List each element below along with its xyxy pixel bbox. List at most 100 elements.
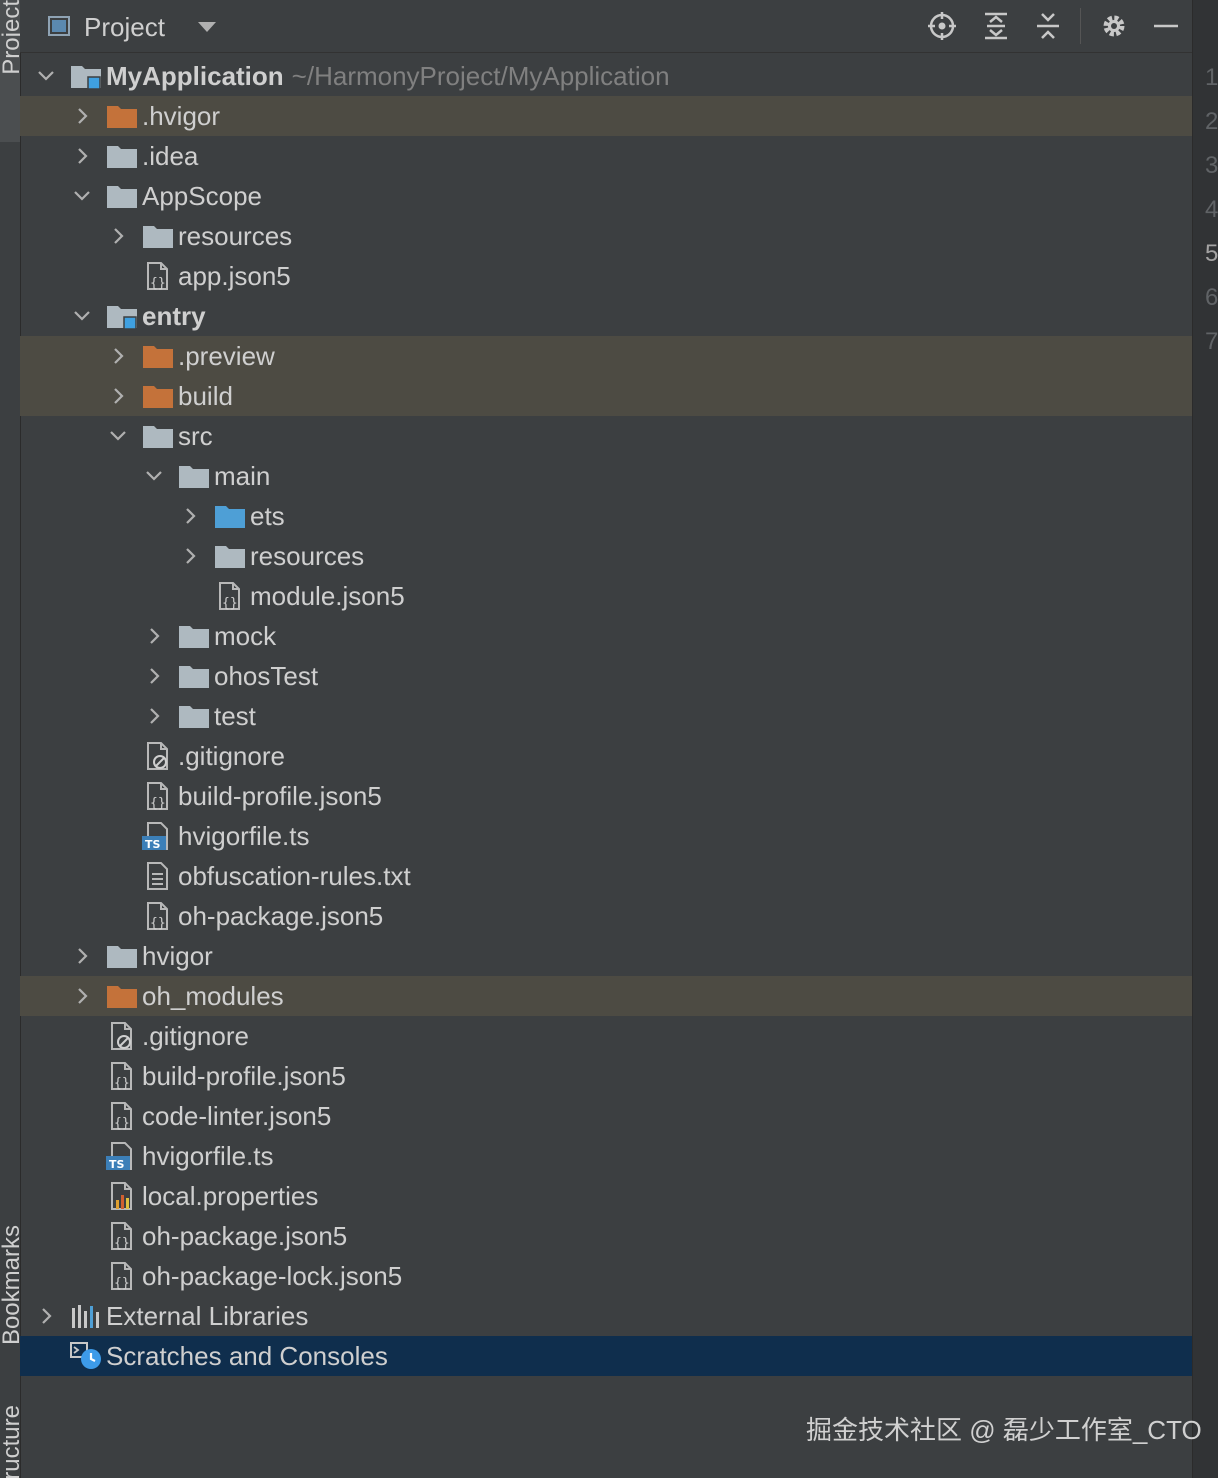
- tree-folder-row[interactable]: entry: [20, 296, 1192, 336]
- chevron-right-icon[interactable]: [108, 226, 128, 246]
- chevron-right-icon[interactable]: [72, 146, 92, 166]
- tool-tab-project-label: Project: [0, 0, 20, 75]
- tree-folder-row[interactable]: External Libraries: [20, 1296, 1192, 1336]
- chevron-right-icon[interactable]: [144, 706, 164, 726]
- folder-icon: [178, 662, 210, 690]
- json-file-icon: {}: [106, 1262, 138, 1291]
- tree-folder-row[interactable]: hvigor: [20, 936, 1192, 976]
- tree-folder-row[interactable]: .hvigor: [20, 96, 1192, 136]
- tool-tab-project[interactable]: Project: [0, 0, 20, 142]
- chevron-right-icon[interactable]: [108, 346, 128, 366]
- chevron-right-icon[interactable]: [144, 666, 164, 686]
- properties-file-icon: [106, 1182, 138, 1210]
- chevron-down-icon[interactable]: [198, 22, 216, 32]
- chevron-right-icon[interactable]: [144, 626, 164, 646]
- tree-file-row[interactable]: {} build-profile.json5: [20, 1056, 1192, 1096]
- tree-file-row[interactable]: Scratches and Consoles: [20, 1336, 1192, 1376]
- chevron-right-icon[interactable]: [36, 1306, 56, 1326]
- tree-folder-row[interactable]: oh_modules: [20, 976, 1192, 1016]
- project-view-title[interactable]: Project: [84, 12, 165, 43]
- locate-icon[interactable]: [926, 10, 958, 42]
- tree-file-row[interactable]: {} oh-package.json5: [20, 896, 1192, 936]
- tree-item-name: obfuscation-rules.txt: [178, 861, 411, 891]
- text-file-icon: [142, 862, 174, 890]
- tree-item-label: build: [178, 381, 233, 412]
- tree-item-label: MyApplication ~/HarmonyProject/MyApplicat…: [106, 61, 670, 92]
- chevron-right-icon[interactable]: [72, 986, 92, 1006]
- chevron-right-icon[interactable]: [180, 506, 200, 526]
- tree-item-label: hvigorfile.ts: [142, 1141, 274, 1172]
- tree-folder-row[interactable]: ets: [20, 496, 1192, 536]
- tree-item-label: ohosTest: [214, 661, 318, 692]
- json-file-icon: {}: [106, 1102, 138, 1131]
- project-tree[interactable]: MyApplication ~/HarmonyProject/MyApplicat…: [20, 56, 1192, 1376]
- chevron-down-icon[interactable]: [108, 426, 128, 446]
- tree-folder-row[interactable]: .idea: [20, 136, 1192, 176]
- tree-folder-row[interactable]: test: [20, 696, 1192, 736]
- svg-text:TS: TS: [109, 1158, 125, 1170]
- tree-folder-row[interactable]: MyApplication ~/HarmonyProject/MyApplicat…: [20, 56, 1192, 96]
- chevron-down-icon[interactable]: [36, 66, 56, 86]
- line-number: 4: [1205, 196, 1218, 223]
- tree-item-name: ets: [250, 501, 285, 531]
- tree-item-name: .idea: [142, 141, 199, 171]
- tree-item-label: .gitignore: [142, 1021, 249, 1052]
- json-file-icon: {}: [106, 1222, 138, 1251]
- svg-text:{}: {}: [150, 276, 166, 290]
- tree-file-row[interactable]: local.properties: [20, 1176, 1192, 1216]
- tree-folder-row[interactable]: build: [20, 376, 1192, 416]
- tree-file-row[interactable]: {} build-profile.json5: [20, 776, 1192, 816]
- tree-folder-row[interactable]: resources: [20, 536, 1192, 576]
- tree-folder-row[interactable]: .preview: [20, 336, 1192, 376]
- expand-all-icon[interactable]: [980, 10, 1012, 42]
- tree-file-row[interactable]: {} code-linter.json5: [20, 1096, 1192, 1136]
- tree-file-row[interactable]: TS hvigorfile.ts: [20, 816, 1192, 856]
- tool-tab-bookmarks[interactable]: Bookmarks: [0, 1225, 20, 1370]
- tree-file-row[interactable]: TS hvigorfile.ts: [20, 1136, 1192, 1176]
- json-file-icon: {}: [106, 1062, 138, 1091]
- collapse-all-icon[interactable]: [1032, 10, 1064, 42]
- folder-blue-icon: [214, 502, 246, 530]
- tree-folder-row[interactable]: AppScope: [20, 176, 1192, 216]
- tree-item-name: mock: [214, 621, 277, 651]
- tree-folder-row[interactable]: main: [20, 456, 1192, 496]
- tree-file-row[interactable]: {} app.json5: [20, 256, 1192, 296]
- tree-folder-row[interactable]: src: [20, 416, 1192, 456]
- gear-icon[interactable]: [1098, 10, 1130, 42]
- tree-item-name: build-profile.json5: [178, 781, 382, 811]
- tree-file-row[interactable]: {} module.json5: [20, 576, 1192, 616]
- tree-item-label: resources: [250, 541, 364, 572]
- tree-folder-row[interactable]: mock: [20, 616, 1192, 656]
- tree-file-row[interactable]: .gitignore: [20, 1016, 1192, 1056]
- tree-item-path: ~/HarmonyProject/MyApplication: [291, 61, 670, 91]
- chevron-down-icon[interactable]: [72, 186, 92, 206]
- tool-tab-structure[interactable]: Structure: [0, 1405, 20, 1478]
- chevron-down-icon[interactable]: [72, 306, 92, 326]
- chevron-right-icon[interactable]: [72, 106, 92, 126]
- tree-item-name: build: [178, 381, 233, 411]
- chevron-right-icon[interactable]: [180, 546, 200, 566]
- tree-item-name: .preview: [178, 341, 275, 371]
- chevron-right-icon[interactable]: [108, 386, 128, 406]
- json-file-icon: {}: [214, 582, 246, 611]
- chevron-right-icon[interactable]: [72, 946, 92, 966]
- tree-folder-row[interactable]: ohosTest: [20, 656, 1192, 696]
- tree-item-name: build-profile.json5: [142, 1061, 346, 1091]
- tree-item-name: oh-package.json5: [142, 1221, 348, 1251]
- tree-file-row[interactable]: obfuscation-rules.txt: [20, 856, 1192, 896]
- folder-icon: [106, 142, 138, 170]
- tree-file-row[interactable]: .gitignore: [20, 736, 1192, 776]
- chevron-down-icon[interactable]: [144, 466, 164, 486]
- svg-text:{}: {}: [150, 916, 166, 930]
- ts-file-icon: TS: [142, 822, 174, 851]
- tree-file-row[interactable]: {} oh-package.json5: [20, 1216, 1192, 1256]
- tree-file-row[interactable]: {} oh-package-lock.json5: [20, 1256, 1192, 1296]
- minimize-icon[interactable]: [1150, 10, 1182, 42]
- line-number: 1: [1205, 64, 1218, 91]
- tree-item-label: hvigorfile.ts: [178, 821, 310, 852]
- tree-item-name: oh-package.json5: [178, 901, 384, 931]
- tree-folder-row[interactable]: resources: [20, 216, 1192, 256]
- tree-item-name: local.properties: [142, 1181, 319, 1211]
- tree-item-label: entry: [142, 301, 206, 332]
- line-number: 2: [1205, 108, 1218, 135]
